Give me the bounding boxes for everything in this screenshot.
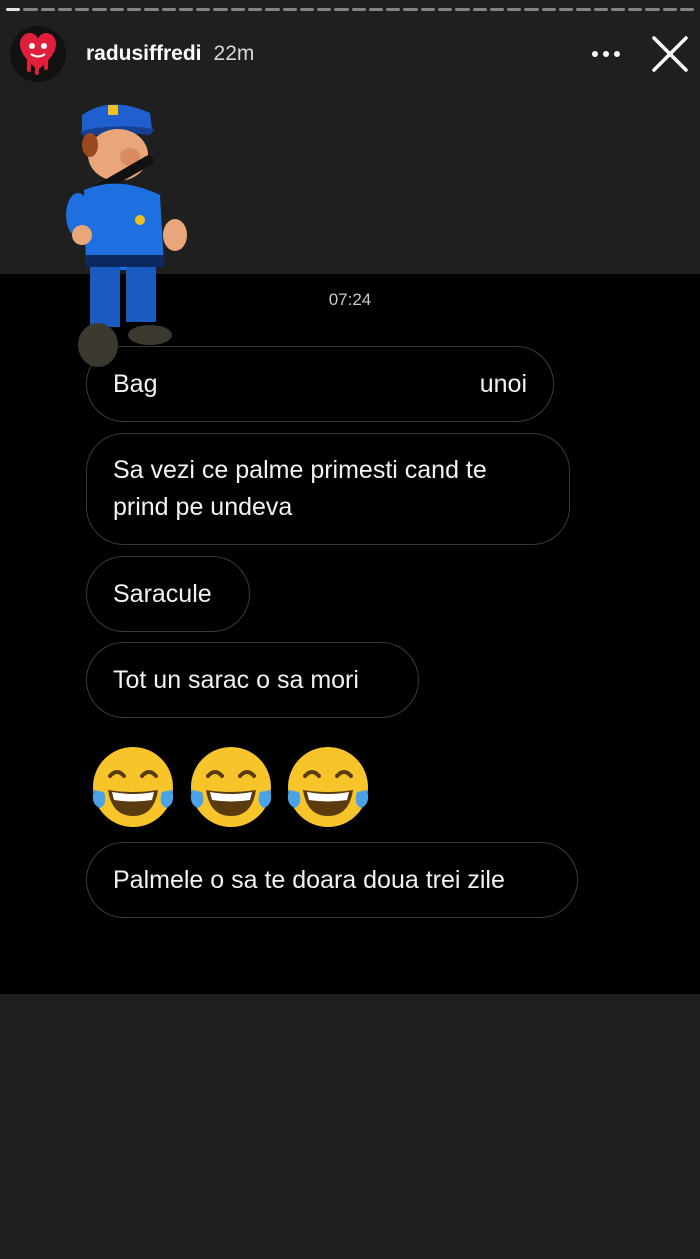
progress-segment [489,8,505,11]
progress-segment [161,8,176,11]
message-text: Saracule [113,579,212,608]
progress-segment [213,8,228,11]
tears-of-joy-emoji-icon [190,747,272,827]
progress-segment [403,8,418,11]
progress-segment [610,8,626,11]
progress-segment [507,8,522,11]
progress-segment [126,8,142,11]
progress-segment [109,8,124,11]
progress-segment [75,8,90,11]
tears-of-joy-emoji-icon [287,747,369,827]
progress-segment [317,8,332,11]
progress-segment [438,8,453,11]
police-officer-sticker-icon[interactable] [60,95,200,385]
more-icon [592,51,620,57]
progress-segment [576,8,591,11]
message-bubble: Palmele o sa te doara doua trei zile [86,842,578,918]
avatar[interactable] [10,26,66,82]
progress-segment [472,8,487,11]
message-text: Tot un sarac o sa mori [113,665,359,694]
progress-segment [57,8,73,11]
message-text: Sa vezi ce palme primesti cand te prind … [113,456,487,521]
progress-segment [178,8,194,11]
story-progress-bar [6,8,695,11]
message-text: Palmele o sa te doara doua trei zile [113,865,505,894]
message-bubble: Tot un sarac o sa mori [86,642,419,718]
progress-segment [196,8,211,11]
message-bubble: Sa vezi ce palme primesti cand te prind … [86,433,570,545]
redaction-block [173,353,473,417]
progress-segment [420,8,436,11]
message-bubble: Saracule [86,556,250,632]
story-header: radusiffredi 22m [10,26,690,82]
progress-segment [23,8,38,11]
progress-segment [351,8,366,11]
progress-segment [282,8,297,11]
progress-segment [144,8,159,11]
progress-segment [679,8,695,11]
progress-segment [593,8,608,11]
more-options-button[interactable] [588,36,624,72]
progress-segment [92,8,107,11]
progress-segment [524,8,539,11]
progress-segment [368,8,384,11]
heart-avatar-icon [20,33,56,75]
progress-segment [645,8,660,11]
progress-segment [247,8,263,11]
progress-segment [455,8,470,11]
progress-segment [662,8,677,11]
progress-segment [386,8,401,11]
progress-segment [628,8,643,11]
progress-segment [40,8,55,11]
progress-segment [6,8,21,11]
username[interactable]: radusiffredi [86,42,202,66]
post-time: 22m [213,42,255,65]
message-text-end: unoi [479,369,527,398]
progress-segment [265,8,280,11]
progress-segment [299,8,315,11]
progress-segment [541,8,556,11]
progress-segment [559,8,574,11]
progress-segment [230,8,245,11]
progress-segment [334,8,349,11]
tears-of-joy-emoji-icon [92,747,174,827]
close-icon[interactable] [650,34,690,74]
